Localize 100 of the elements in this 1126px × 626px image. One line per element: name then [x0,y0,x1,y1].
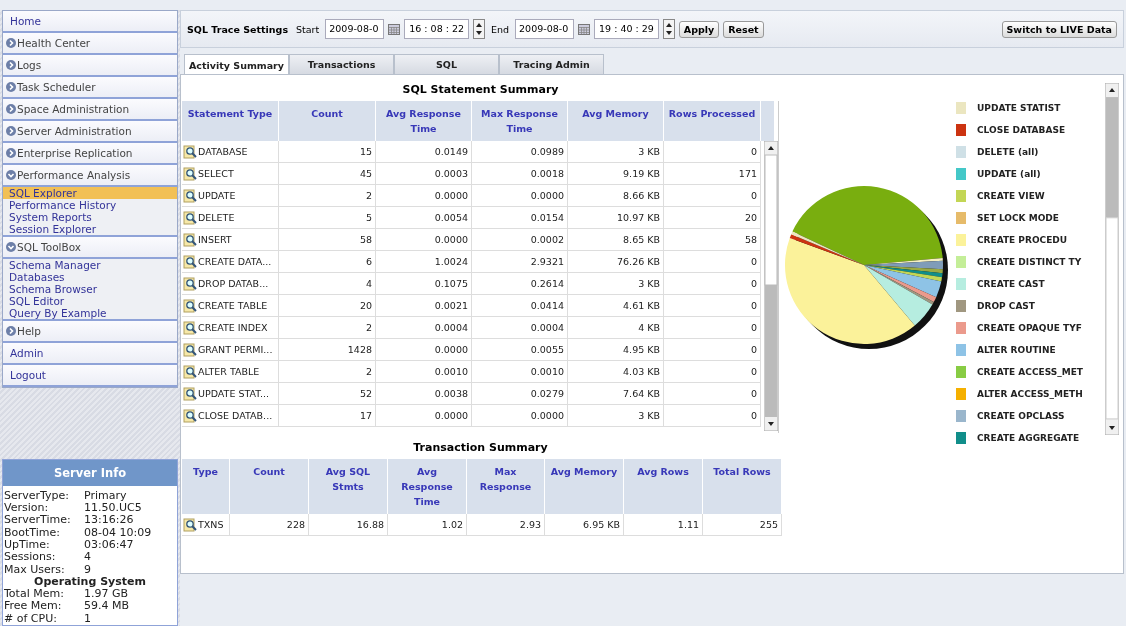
magnifier-icon[interactable] [183,517,197,532]
menu-item[interactable]: Performance Analysis [3,165,177,187]
table-cell: 20 [664,207,761,229]
scrollbar[interactable] [1105,83,1119,435]
magnifier-icon[interactable] [183,320,197,335]
menu-item[interactable]: Logout [3,365,177,387]
column-header[interactable]: Rows Processed [664,101,761,141]
date-field[interactable]: 2009-08-0 [515,19,575,39]
submenu-item[interactable]: SQL Explorer [3,187,177,199]
spinner-icon[interactable] [662,19,675,39]
table-cell: CREATE TABLE [182,295,279,317]
column-header[interactable]: Avg Memory [545,459,624,514]
table-cell: 0 [664,361,761,383]
menu-item[interactable]: Logs [3,55,177,77]
legend-label: CREATE DISTINCT TY [977,257,1082,267]
table-cell: 4.61 KB [568,295,664,317]
menu-item[interactable]: Task Scheduler [3,77,177,99]
magnifier-icon[interactable] [183,298,197,313]
submenu-item[interactable]: System Reports [3,211,177,223]
menu-item[interactable]: Space Administration [3,99,177,121]
menu-item[interactable]: Help [3,321,177,343]
submenu-item[interactable]: Databases [3,271,177,283]
magnifier-icon[interactable] [183,276,197,291]
column-header[interactable]: Total Rows [703,459,782,514]
column-header[interactable]: Max Response Time [472,101,568,141]
magnifier-icon[interactable] [183,386,197,401]
table-cell: 3 KB [568,273,664,295]
table-cell: 1.11 [624,514,703,536]
magnifier-icon[interactable] [183,342,197,357]
menu-item[interactable]: SQL ToolBox [3,237,177,259]
table-cell: 4.03 KB [568,361,664,383]
table-cell: ALTER TABLE [182,361,279,383]
info-label: ServerType: [4,489,71,503]
magnifier-icon[interactable] [183,144,197,159]
menu-item[interactable]: Enterprise Replication [3,143,177,165]
magnifier-icon[interactable] [183,408,197,423]
table-cell: UPDATE [182,185,279,207]
submenu-item[interactable]: Schema Manager [3,259,177,271]
tab[interactable]: Tracing Admin [499,54,604,74]
info-value: 13:16:26 [84,514,135,527]
table-cell: 0.2614 [472,273,568,295]
submenu-item[interactable]: Session Explorer [3,223,177,235]
column-header[interactable]: Count [230,459,309,514]
table-cell: 0.0989 [472,141,568,163]
calendar-icon[interactable] [578,23,591,35]
table-cell: 1.02 [388,514,467,536]
field-label: End [491,23,510,35]
menu-item[interactable]: Health Center [3,33,177,55]
column-header[interactable]: Avg Rows [624,459,703,514]
magnifier-icon[interactable] [183,166,197,181]
submenu-item[interactable]: Schema Browser [3,283,177,295]
date-field[interactable]: 2009-08-0 [325,19,385,39]
column-header[interactable]: Max Response [467,459,545,514]
table-cell: 0.0154 [472,207,568,229]
info-value: 9 [84,563,92,576]
table-cell: 3 KB [568,405,664,427]
column-header[interactable]: Avg Response Time [388,459,467,514]
table-cell: 10.97 KB [568,207,664,229]
scrollbar[interactable] [764,141,778,431]
magnifier-icon[interactable] [183,188,197,203]
menu-item[interactable]: Home [3,11,177,33]
table-cell: 228 [230,514,309,536]
column-header[interactable]: Statement Type [182,101,279,141]
column-header[interactable]: Avg SQL Stmts [309,459,388,514]
magnifier-icon[interactable] [183,210,197,225]
menu-item[interactable]: Admin [3,343,177,365]
table-cell: 2.93 [467,514,545,536]
info-value: 4 [84,551,92,564]
calendar-icon[interactable] [388,23,401,35]
submenu-item[interactable]: SQL Editor [3,295,177,307]
tab[interactable]: Transactions [289,54,394,74]
magnifier-icon[interactable] [183,254,197,269]
column-header[interactable]: Type [182,459,230,514]
submenu-item[interactable]: Performance History [3,199,177,211]
magnifier-icon[interactable] [183,232,197,247]
reset-button[interactable]: Reset [723,20,764,38]
table-cell: 9.19 KB [568,163,664,185]
info-label: Total Mem: [4,588,65,601]
menu-item[interactable]: Server Administration [3,121,177,143]
info-label: ServerTime: [4,514,72,527]
column-header[interactable]: Count [279,101,376,141]
tab[interactable]: Activity Summary [184,54,289,75]
tab[interactable]: SQL [394,54,499,74]
time-field[interactable]: 19 : 40 : 29 [594,19,659,39]
table-cell: 0.0018 [472,163,568,185]
table-cell: SELECT [182,163,279,185]
submenu-item[interactable]: Query By Example [3,307,177,319]
spinner-icon[interactable] [473,19,485,39]
column-header[interactable]: Avg Response Time [376,101,472,141]
apply-button[interactable]: Apply [678,20,720,38]
table-cell: 0.0002 [472,229,568,251]
legend-label: CREATE CAST [977,279,1045,289]
table-cell: DROP DATAB... [182,273,279,295]
table-cell: 0.0021 [376,295,472,317]
table-cell: 0 [664,405,761,427]
column-header[interactable]: Avg Memory [568,101,664,141]
live-data-button[interactable]: Switch to LIVE Data [1001,20,1117,38]
time-field[interactable]: 16 : 08 : 22 [404,19,469,39]
magnifier-icon[interactable] [183,364,197,379]
table-cell: 0.0004 [472,317,568,339]
